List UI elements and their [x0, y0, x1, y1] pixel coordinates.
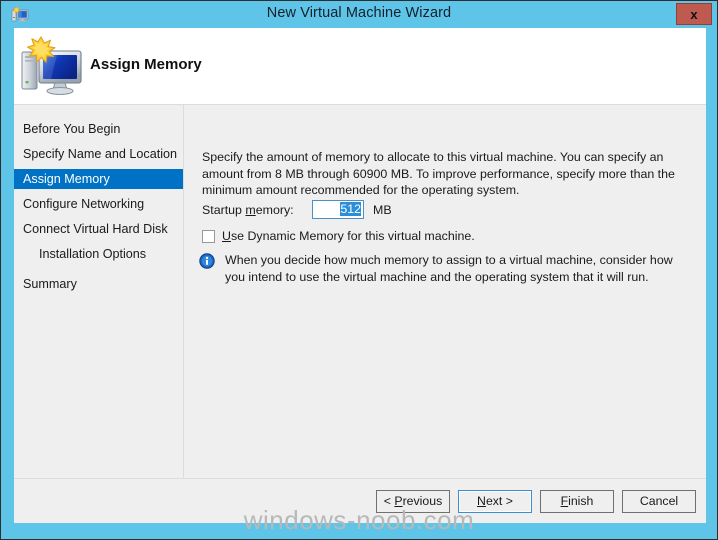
page-title: Assign Memory — [90, 56, 202, 73]
client-area: Assign Memory Before You Begin Specify N… — [14, 28, 706, 523]
dynamic-memory-checkbox[interactable] — [202, 230, 215, 243]
memory-unit-label: MB — [373, 203, 392, 217]
main-content: Specify the amount of memory to allocate… — [185, 105, 706, 523]
sidebar-item-specify-name-and-location[interactable]: Specify Name and Location — [14, 144, 183, 164]
finish-button[interactable]: Finish — [540, 490, 614, 513]
sidebar-item-configure-networking[interactable]: Configure Networking — [14, 194, 183, 214]
previous-button[interactable]: < Previous — [376, 490, 450, 513]
virtual-machine-monitor-icon — [19, 36, 83, 96]
next-button[interactable]: Next > — [458, 490, 532, 513]
close-button[interactable]: x — [676, 3, 712, 25]
cancel-button[interactable]: Cancel — [622, 490, 696, 513]
info-icon — [199, 253, 215, 269]
sidebar-item-summary[interactable]: Summary — [14, 274, 183, 294]
window-title: New Virtual Machine Wizard — [266, 5, 452, 21]
wizard-steps-sidebar: Before You Begin Specify Name and Locati… — [14, 105, 184, 523]
wizard-window: New Virtual Machine Wizard x Assign Memo… — [0, 0, 718, 540]
sidebar-item-assign-memory[interactable]: Assign Memory — [14, 169, 183, 189]
startup-memory-label: Startup memory: — [202, 203, 294, 217]
sidebar-item-connect-virtual-hard-disk[interactable]: Connect Virtual Hard Disk — [14, 219, 183, 239]
sidebar-item-before-you-begin[interactable]: Before You Begin — [14, 119, 183, 139]
page-header: Assign Memory — [14, 28, 706, 105]
info-note-text: When you decide how much memory to assig… — [225, 253, 673, 284]
dynamic-memory-label[interactable]: Use Dynamic Memory for this virtual mach… — [222, 229, 475, 243]
intro-description: Specify the amount of memory to allocate… — [202, 150, 675, 197]
sidebar-item-installation-options[interactable]: Installation Options — [14, 244, 183, 264]
startup-memory-input[interactable]: 512 — [312, 200, 364, 219]
wizard-footer: < Previous Next > Finish Cancel — [14, 478, 706, 523]
title-bar: New Virtual Machine Wizard x — [1, 1, 717, 28]
